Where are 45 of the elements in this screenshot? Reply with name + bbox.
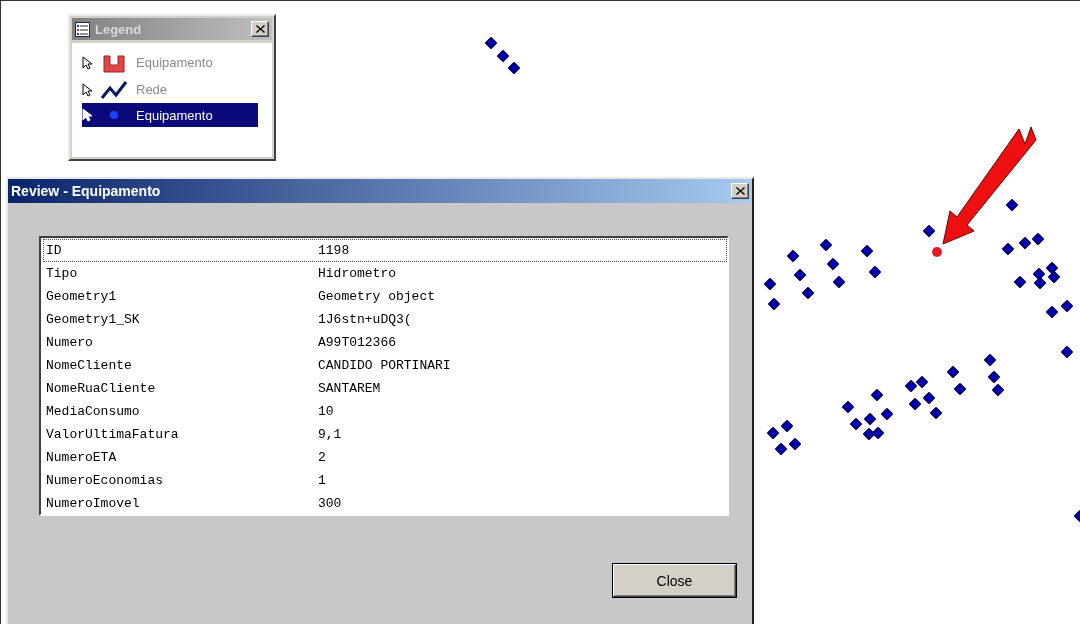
legend-label: Equipamento — [136, 107, 213, 123]
field-name-cell-text: Geometry1_SK — [45, 312, 141, 327]
close-button[interactable] — [731, 183, 749, 199]
field-value-cell: 1 — [318, 473, 326, 488]
field-value-cell: CANDIDO PORTINARI — [318, 358, 451, 373]
field-value-cell: 10 — [318, 404, 334, 419]
field-value-cell: A99T012366 — [318, 335, 396, 350]
field-name-cell-text: NumeroETA — [45, 450, 118, 465]
field-value-cell: 2 — [318, 450, 326, 465]
pointer-icon — [82, 55, 92, 70]
legend-icon — [75, 21, 90, 37]
field-value-cell: Geometry object — [318, 289, 436, 304]
field-value-cell: 300 — [318, 496, 342, 511]
close-icon — [255, 25, 265, 33]
field-name-cell-text: NomeRuaCliente — [45, 381, 157, 396]
legend-label: Rede — [136, 82, 168, 97]
dialog-title: Review - Equipamento — [11, 183, 162, 199]
pointer-icon — [82, 82, 92, 97]
window-title: Legend — [95, 21, 143, 37]
field-name-cell-text: NomeCliente — [45, 358, 133, 373]
field-name-cell-text: Tipo — [45, 266, 79, 281]
field-name-cell-text: ID — [45, 243, 63, 258]
field-name-cell-text: Geometry1 — [45, 289, 118, 304]
field-name-cell-text: MediaConsumo — [45, 404, 141, 419]
legend-item[interactable]: Equipamento — [82, 103, 258, 127]
close-icon — [735, 187, 745, 195]
highlighted-point — [932, 247, 942, 257]
pointer-icon — [82, 108, 92, 122]
field-name-cell-text: Numero — [45, 335, 94, 350]
polygon-symbol-icon — [100, 52, 128, 73]
field-value-cell: 9,1 — [318, 427, 342, 442]
close-button[interactable] — [251, 21, 269, 37]
field-value-cell: 1J6stn+uDQ3( — [318, 312, 412, 327]
legend-item[interactable]: Equipamento — [82, 49, 258, 76]
field-name-cell-text: NumeroImovel — [45, 496, 141, 511]
legend-item[interactable]: Rede — [82, 76, 258, 103]
field-value-cell: 1198 — [318, 243, 350, 258]
line-symbol-icon — [100, 79, 128, 100]
field-value-cell: Hidrometro — [318, 266, 396, 281]
legend-label: Equipamento — [136, 55, 213, 70]
field-name-cell-text: ValorUltimaFatura — [45, 427, 180, 442]
field-value-cell: SANTAREM — [318, 381, 381, 396]
close-dialog-button[interactable]: Close — [613, 564, 736, 597]
point-symbol-icon — [110, 111, 118, 119]
field-name-cell-text: NumeroEconomias — [45, 473, 165, 488]
